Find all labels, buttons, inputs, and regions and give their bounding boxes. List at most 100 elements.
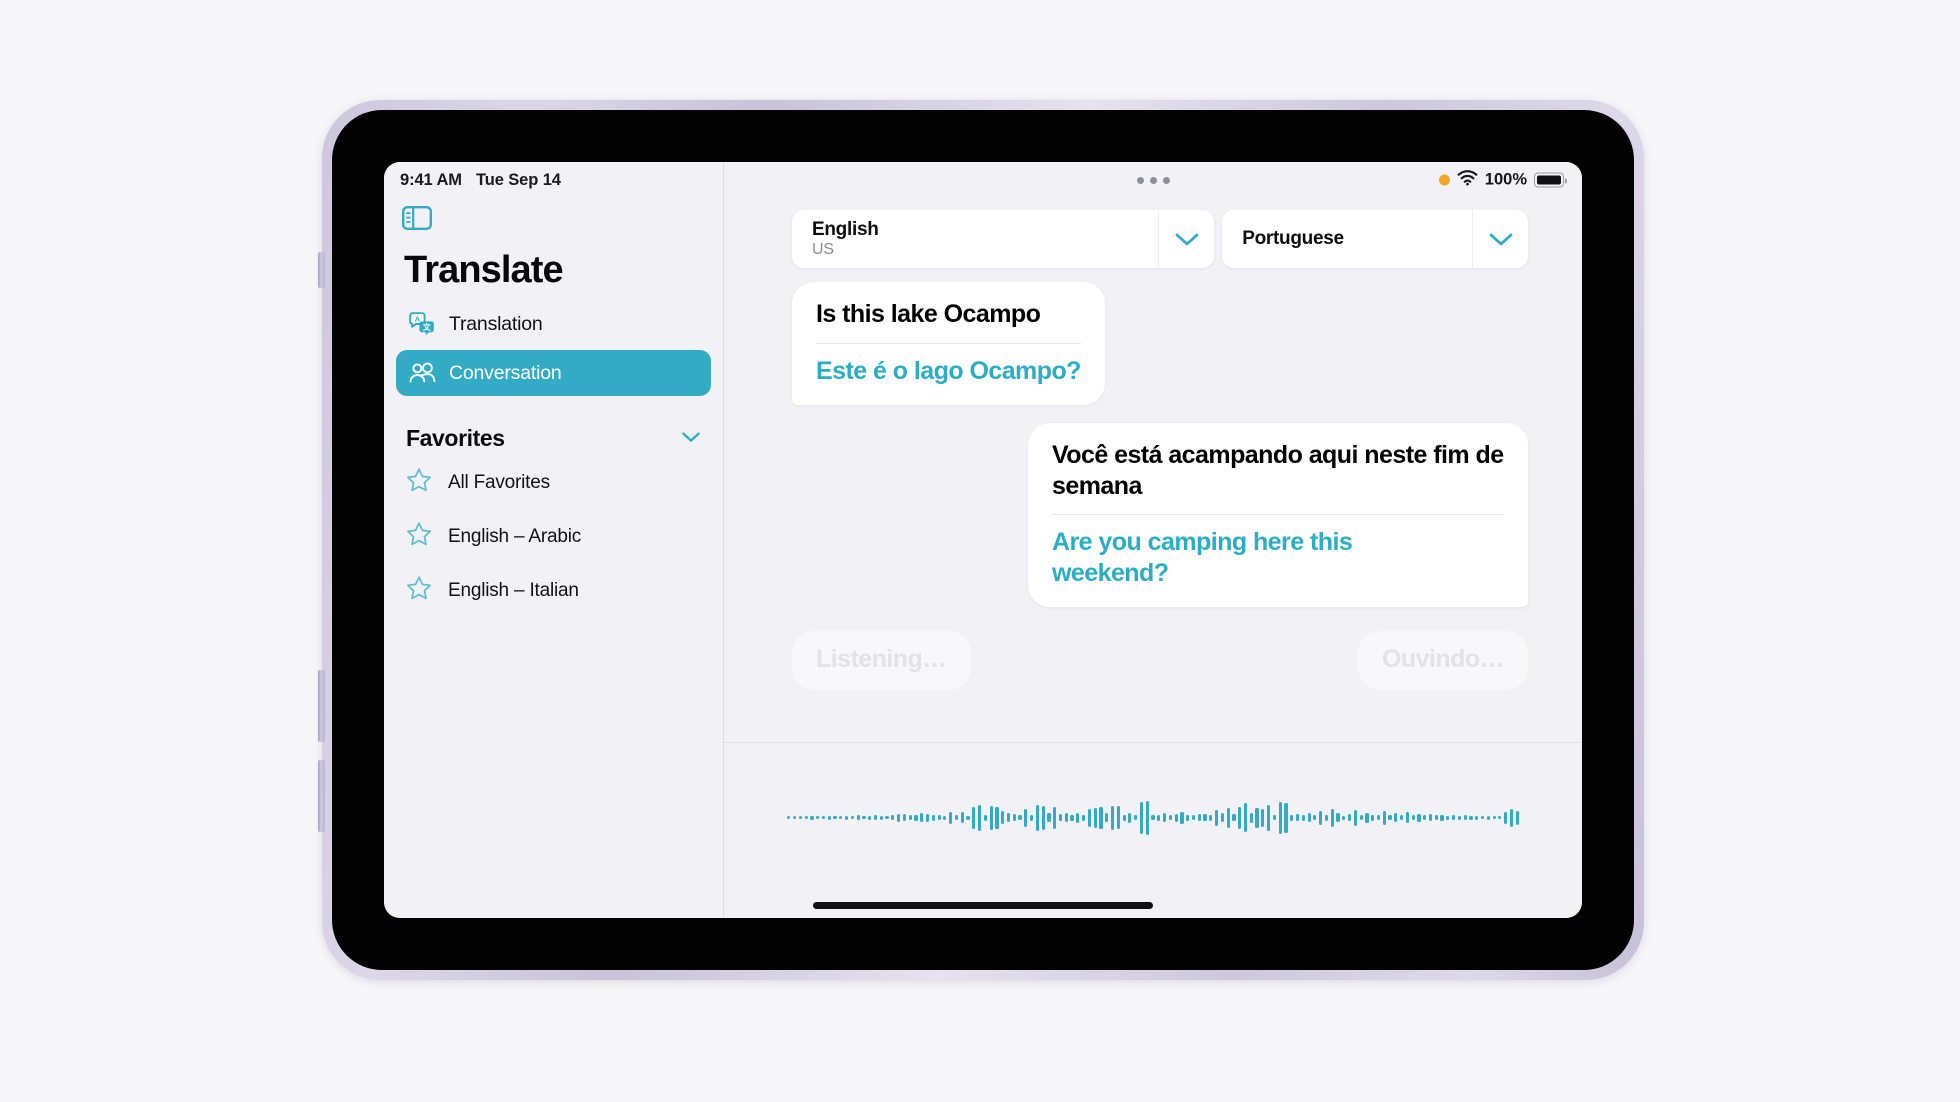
listening-placeholder-left: Listening…: [792, 631, 971, 690]
sidebar-item-conversation[interactable]: Conversation: [396, 350, 711, 396]
waveform-bar: [827, 815, 831, 820]
bubble-divider: [1052, 514, 1504, 515]
waveform-bar: [1110, 805, 1115, 830]
source-language-region: US: [812, 241, 834, 259]
waveform-bar: [1030, 814, 1034, 821]
waveform-bar: [1405, 812, 1409, 823]
waveform-bar: [1365, 812, 1369, 823]
source-language-chevron-down-icon[interactable]: [1158, 210, 1214, 268]
waveform-bar: [897, 813, 901, 822]
waveform-bar: [792, 816, 797, 819]
listening-placeholder-text: Listening…: [816, 645, 947, 673]
waveform-bar: [885, 816, 889, 819]
waveform-bar: [1024, 808, 1028, 827]
favorite-item-label: English – Arabic: [448, 526, 582, 547]
audio-waveform: [787, 798, 1519, 838]
waveform-bar: [1197, 814, 1201, 821]
waveform-bar: [1157, 814, 1161, 821]
status-bar-right-area: 100%: [724, 162, 1582, 198]
home-indicator[interactable]: [813, 901, 1153, 909]
waveform-bar: [1480, 816, 1485, 819]
waveform-bar: [1515, 810, 1519, 825]
favorite-item-english-italian[interactable]: English – Italian: [384, 564, 723, 618]
waveform-bar: [1307, 813, 1311, 822]
waveform-bar: [1353, 809, 1357, 826]
waveform-bar: [931, 814, 935, 821]
waveform-bar: [1382, 810, 1386, 825]
target-language-labels: Portuguese: [1222, 210, 1472, 268]
waveform-bar: [1128, 812, 1132, 823]
sidebar-item-translation[interactable]: A 文 Translation: [396, 301, 711, 347]
conversation-bubble[interactable]: Is this lake Ocampo Este é o lago Ocampo…: [792, 282, 1105, 405]
multitask-dots-icon[interactable]: [1136, 176, 1170, 184]
favorite-item-english-arabic[interactable]: English – Arabic: [384, 510, 723, 564]
waveform-bar: [995, 806, 999, 829]
waveform-bar: [1469, 815, 1473, 820]
audio-waveform-area[interactable]: [724, 742, 1582, 892]
waveform-bar: [1093, 807, 1097, 828]
waveform-bar: [989, 805, 993, 830]
conversation-bubble[interactable]: Você está acampando aqui neste fim de se…: [1028, 423, 1528, 607]
sidebar-toggle-icon[interactable]: [402, 206, 723, 235]
waveform-bar: [1492, 816, 1496, 819]
power-button[interactable]: [318, 252, 325, 288]
ipad-device-frame: 9:41 AM Tue Sep 14 Translate A 文 Transla…: [318, 100, 1644, 980]
target-language-chevron-down-icon[interactable]: [1472, 210, 1528, 268]
volume-down-button[interactable]: [318, 760, 325, 832]
waveform-bar: [1267, 804, 1271, 831]
source-language-name: English: [812, 218, 879, 240]
waveform-bar: [1504, 811, 1508, 824]
target-language-select[interactable]: Portuguese: [1222, 210, 1528, 268]
waveform-bar: [1215, 809, 1219, 826]
waveform-bar: [1151, 815, 1155, 820]
waveform-bar: [816, 816, 820, 819]
waveform-bar: [966, 815, 970, 820]
waveform-bar: [1087, 808, 1091, 827]
waveform-bar: [1139, 801, 1144, 834]
waveform-bar: [862, 816, 866, 819]
waveform-bar: [1371, 814, 1375, 821]
waveform-bar: [1509, 808, 1514, 827]
svg-text:文: 文: [423, 322, 432, 332]
language-selector-bar: English US Portuguese: [724, 198, 1582, 268]
waveform-bar: [1076, 812, 1080, 823]
waveform-bar: [1290, 814, 1294, 821]
waveform-bar: [1388, 815, 1392, 820]
listening-placeholder-row: Listening… Ouvindo…: [792, 631, 1528, 690]
waveform-bar: [937, 815, 941, 820]
source-language-labels: English US: [792, 210, 1158, 268]
waveform-bar: [949, 811, 953, 824]
waveform-bar: [920, 813, 924, 822]
waveform-bar: [1284, 802, 1288, 833]
waveform-bar: [1174, 813, 1178, 822]
favorite-item-all-favorites[interactable]: All Favorites: [384, 456, 723, 510]
bubble-divider: [816, 342, 1081, 344]
waveform-bar: [1411, 815, 1415, 820]
battery-percent-label: 100%: [1484, 170, 1527, 189]
waveform-bar: [1376, 815, 1381, 820]
favorites-section-header[interactable]: Favorites: [384, 399, 723, 456]
waveform-bar: [943, 815, 947, 820]
conversation-row: Você está acampando aqui neste fim de se…: [792, 423, 1528, 607]
status-bar-date: Tue Sep 14: [475, 170, 561, 189]
device-bezel: 9:41 AM Tue Sep 14 Translate A 文 Transla…: [332, 110, 1634, 970]
waveform-bar: [1319, 810, 1323, 825]
two-people-icon: [408, 359, 436, 387]
waveform-bar: [1116, 806, 1120, 829]
svg-text:A: A: [415, 314, 421, 323]
source-language-select[interactable]: English US: [792, 210, 1215, 268]
waveform-bar: [1330, 808, 1334, 827]
favorite-item-label: English – Italian: [448, 580, 579, 601]
sidebar-toggle-row: [384, 192, 723, 235]
status-bar-time: 9:41 AM: [400, 170, 462, 189]
waveform-bar: [925, 813, 930, 822]
volume-up-button[interactable]: [318, 670, 325, 742]
chevron-down-icon[interactable]: [681, 430, 701, 448]
conversation-list: Is this lake Ocampo Este é o lago Ocampo…: [724, 268, 1582, 742]
status-indicators: 100%: [1438, 170, 1567, 191]
waveform-bar: [1347, 814, 1352, 821]
waveform-bar: [1428, 814, 1433, 821]
device-screen: 9:41 AM Tue Sep 14 Translate A 文 Transla…: [384, 162, 1582, 918]
waveform-bar: [1301, 814, 1305, 821]
waveform-bar: [1041, 805, 1045, 830]
